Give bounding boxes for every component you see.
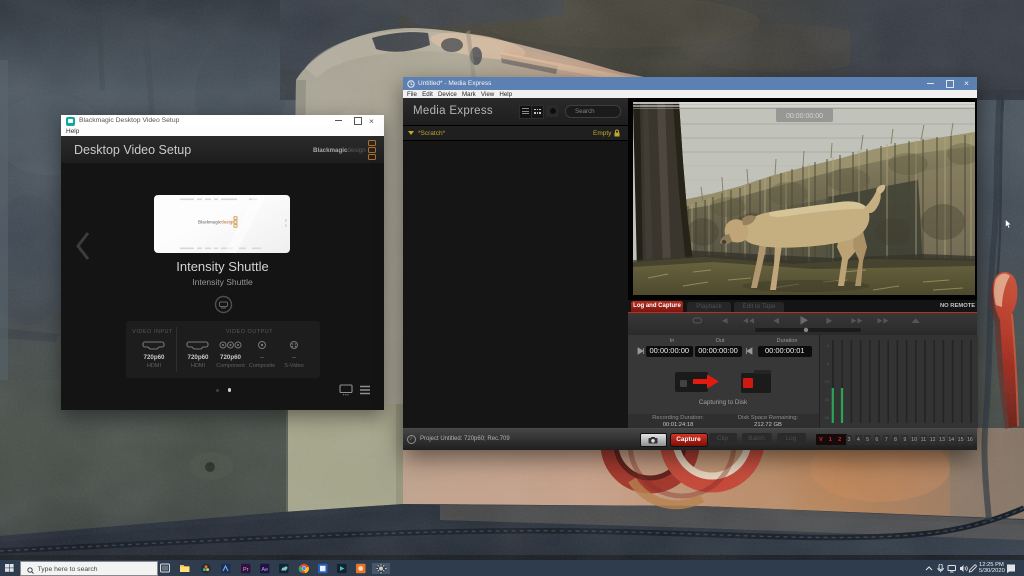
svg-text:6: 6	[826, 361, 829, 366]
svg-text:Ae: Ae	[261, 567, 268, 573]
svg-text:48: 48	[824, 415, 829, 420]
svg-text:36: 36	[824, 397, 829, 402]
svg-text:18: 18	[824, 379, 829, 384]
svg-text:Pr: Pr	[243, 567, 249, 573]
svg-text:Blackmagicdesign: Blackmagicdesign	[198, 219, 235, 224]
svg-text:0: 0	[826, 343, 829, 348]
svg-text:00:00:00:00: 00:00:00:00	[786, 113, 823, 120]
